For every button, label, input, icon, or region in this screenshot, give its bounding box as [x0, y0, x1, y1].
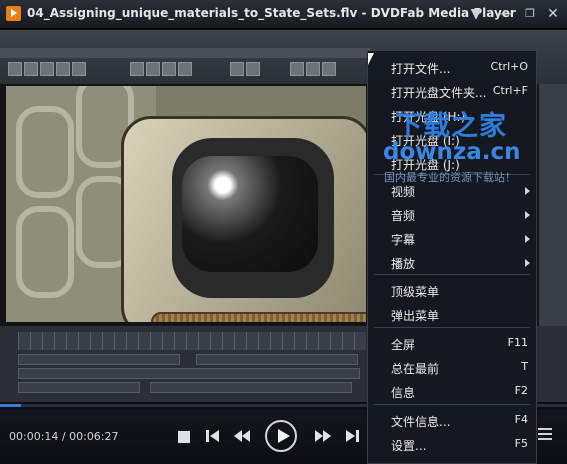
menu-item-label: 打开光盘文件夹...: [391, 86, 487, 100]
next-icon[interactable]: [344, 428, 360, 444]
app-logo-icon: [6, 6, 21, 21]
watermark-url: downza.cn: [383, 139, 521, 165]
submenu-arrow-icon: [525, 259, 530, 267]
menu-item[interactable]: 音频: [368, 203, 536, 227]
menu-item[interactable]: 设置... F5: [368, 433, 536, 457]
menu-item-shortcut: F2: [514, 384, 528, 397]
mouse-cursor-icon: [368, 53, 374, 65]
menu-item-shortcut: F11: [507, 336, 528, 349]
minimize-button[interactable]: —: [495, 4, 515, 24]
video-frame-viewport: [6, 86, 366, 322]
menu-item-label: 弹出菜单: [391, 309, 440, 323]
menu-item-label: 设置...: [391, 439, 427, 453]
menu-item-label: 音频: [391, 209, 416, 223]
play-button[interactable]: [265, 420, 297, 452]
tv-screen: [182, 156, 318, 272]
rewind-icon[interactable]: [232, 428, 252, 444]
menu-item[interactable]: 打开光盘文件夹... Ctrl+F: [368, 80, 536, 104]
close-button[interactable]: ✕: [543, 4, 563, 24]
watermark-slogan: 国内最专业的资源下载站！: [384, 171, 516, 184]
menu-item-label: 全屏: [391, 338, 416, 352]
restore-button[interactable]: ❐: [520, 4, 540, 24]
menu-item-label: 文件信息...: [391, 415, 451, 429]
menu-item-label: 视频: [391, 185, 416, 199]
time-display: 00:00:14 / 00:06:27: [9, 430, 119, 443]
menu-item-label: 信息: [391, 386, 416, 400]
dropdown-icon[interactable]: ▼: [466, 4, 486, 24]
menu-item[interactable]: 播放: [368, 251, 536, 275]
menu-separator: [374, 327, 530, 328]
tv-speaker-grille: [151, 312, 366, 322]
video-frame-side-panel: [539, 84, 567, 344]
submenu-arrow-icon: [525, 211, 530, 219]
menu-item-label: 字幕: [391, 233, 416, 247]
menu-item-shortcut: F4: [514, 413, 528, 426]
menu-item-label: 打开文件...: [391, 62, 451, 76]
submenu-arrow-icon: [525, 235, 530, 243]
menu-item[interactable]: 信息 F2: [368, 380, 536, 404]
current-time: 00:00:14: [9, 430, 59, 443]
menu-item-label: 顶级菜单: [391, 285, 440, 299]
time-separator: /: [58, 430, 70, 443]
title-bar: 04_Assigning_unique_materials_to_State_S…: [0, 0, 567, 29]
menu-separator: [374, 404, 530, 405]
menu-item[interactable]: 弹出菜单: [368, 303, 536, 327]
submenu-arrow-icon: [525, 187, 530, 195]
menu-item[interactable]: 全屏 F11: [368, 332, 536, 356]
menu-item-shortcut: Ctrl+O: [490, 60, 528, 73]
menu-item-shortcut: T: [521, 360, 528, 373]
total-time: 00:06:27: [69, 430, 119, 443]
menu-item[interactable]: 总在最前 T: [368, 356, 536, 380]
seek-bar-fill: [0, 404, 21, 407]
menu-item[interactable]: 文件信息... F4: [368, 409, 536, 433]
menu-item[interactable]: 打开文件... Ctrl+O: [368, 56, 536, 80]
menu-item-label: 总在最前: [391, 362, 440, 376]
menu-item-label: 播放: [391, 257, 416, 271]
menu-item-shortcut: F5: [514, 437, 528, 450]
stop-icon[interactable]: [178, 431, 190, 443]
menu-icon[interactable]: [538, 428, 552, 442]
watermark-title: 下载之家: [395, 111, 507, 142]
menu-item-shortcut: Ctrl+F: [492, 84, 528, 97]
fast-forward-icon[interactable]: [313, 428, 333, 444]
menu-item[interactable]: 顶级菜单: [368, 279, 536, 303]
window-title: 04_Assigning_unique_materials_to_State_S…: [27, 6, 516, 20]
video-frame-menubar: [0, 48, 370, 58]
previous-icon[interactable]: [205, 428, 221, 444]
menu-item[interactable]: 字幕: [368, 227, 536, 251]
